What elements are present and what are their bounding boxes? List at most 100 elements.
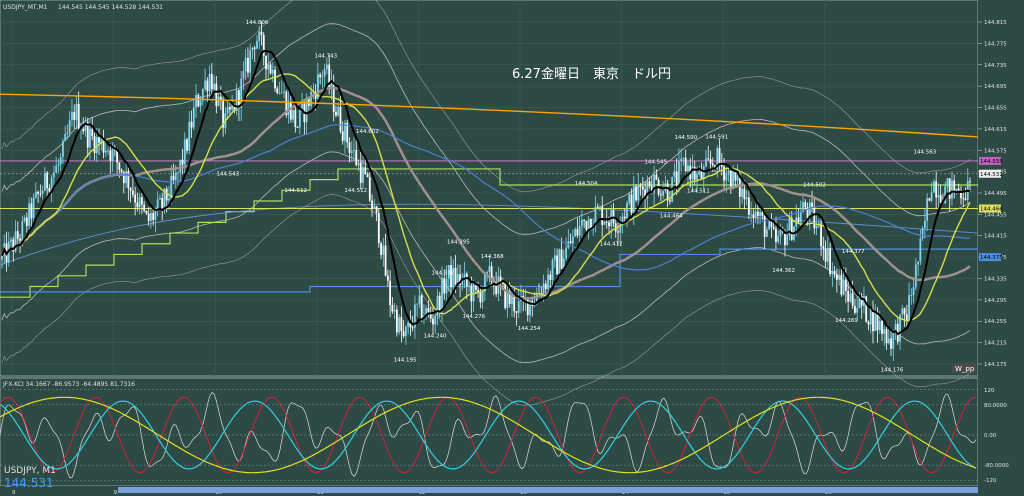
candle-body <box>368 177 371 201</box>
candle-body <box>258 31 261 41</box>
candle-body <box>804 202 807 208</box>
candle-body <box>662 190 665 196</box>
candle-body <box>585 220 588 230</box>
price-label: 144.269 <box>835 318 858 324</box>
candle-body <box>675 171 678 185</box>
candle-body <box>951 180 953 199</box>
candle-body <box>558 249 561 275</box>
osc-level-label: -80.0000 <box>984 463 1009 469</box>
candle-body <box>885 329 888 344</box>
candle-body <box>797 217 800 223</box>
price-label: 144.806 <box>246 20 269 26</box>
candle-body <box>617 231 619 233</box>
candle-body <box>481 291 484 303</box>
candle-body <box>219 96 222 100</box>
chart-svg[interactable]: 144.806 144.743 144.602 144.543 144.512 144.5… <box>0 0 1024 496</box>
candle-body <box>355 150 358 166</box>
candle-body <box>384 245 387 276</box>
candle-body <box>565 247 568 259</box>
candle-body <box>46 172 49 189</box>
price-label: 144.743 <box>314 53 337 59</box>
time-scrollbar[interactable] <box>118 487 978 493</box>
candle-body <box>454 267 457 285</box>
candle-body <box>341 131 344 141</box>
y-tick-label: 144.415 <box>984 234 1007 240</box>
candle-body <box>725 173 728 181</box>
candle-body <box>10 239 12 242</box>
candle-body <box>799 212 802 223</box>
candle-body <box>247 57 249 73</box>
candle-body <box>930 192 933 201</box>
y-tick-label: 144.255 <box>984 319 1007 325</box>
candle-body <box>705 158 707 167</box>
candle-body <box>820 223 822 247</box>
candle-body <box>143 204 146 211</box>
candle-body <box>294 109 297 128</box>
candle-body <box>869 308 872 325</box>
candle-body <box>928 198 931 201</box>
candle-body <box>89 128 91 148</box>
candle-body <box>386 275 389 281</box>
candle-body <box>576 229 579 236</box>
candle-body <box>249 50 252 73</box>
candle-body <box>197 95 200 107</box>
candle-body <box>48 188 51 192</box>
candle-body <box>129 188 132 191</box>
candle-body <box>687 165 689 172</box>
candle-body <box>443 278 446 294</box>
candle-body <box>138 197 141 208</box>
candle-body <box>25 217 28 226</box>
price-tag-label: 144.531 <box>980 172 1003 178</box>
candle-body <box>319 74 322 77</box>
candle-body <box>553 255 556 261</box>
candle-body <box>145 210 148 214</box>
price-label: 144.240 <box>424 333 447 339</box>
price-panel[interactable] <box>0 0 979 377</box>
candle-body <box>623 216 626 219</box>
candle-body <box>441 278 443 312</box>
price-label: 144.563 <box>914 150 937 156</box>
candle-body <box>41 190 44 194</box>
candle-body <box>883 329 886 334</box>
candle-body <box>380 243 382 255</box>
candle-body <box>772 227 775 229</box>
candle-body <box>472 283 475 302</box>
candle-body <box>673 171 676 177</box>
candle-body <box>856 308 859 313</box>
x-tick-label: 9 <box>12 490 16 496</box>
candle-body <box>756 211 759 217</box>
candle-body <box>547 274 549 290</box>
candle-body <box>465 273 468 287</box>
candle-body <box>678 161 680 185</box>
candle-body <box>707 158 710 160</box>
candle-body <box>436 295 439 316</box>
candle-body <box>635 186 637 201</box>
candle-body <box>298 109 301 128</box>
candle-body <box>680 158 683 162</box>
candle-body <box>359 162 362 183</box>
candle-body <box>75 103 78 120</box>
candle-body <box>759 212 762 217</box>
candle-body <box>890 338 892 349</box>
candle-body <box>515 311 518 313</box>
candle-body <box>599 206 601 208</box>
ohlc-info: 144.545 144.545 144.528 144.531 <box>58 4 163 11</box>
candle-body <box>395 309 398 333</box>
candle-body <box>283 91 285 93</box>
candle-body <box>914 264 917 288</box>
candle-body <box>98 137 100 143</box>
footer-price: 144.531 <box>4 476 54 490</box>
candle-body <box>747 197 750 215</box>
candle-body <box>177 172 179 174</box>
candle-body <box>840 274 843 295</box>
y-tick-label: 144.295 <box>984 298 1007 304</box>
y-tick-label: 144.695 <box>984 84 1007 90</box>
candle-body <box>276 88 279 94</box>
candle-body <box>698 171 701 175</box>
candle-body <box>210 73 213 90</box>
candle-body <box>154 210 157 220</box>
candle-body <box>321 76 324 78</box>
y-tick-label: 144.455 <box>984 212 1007 218</box>
candle-body <box>398 317 401 333</box>
candle-body <box>939 195 942 203</box>
